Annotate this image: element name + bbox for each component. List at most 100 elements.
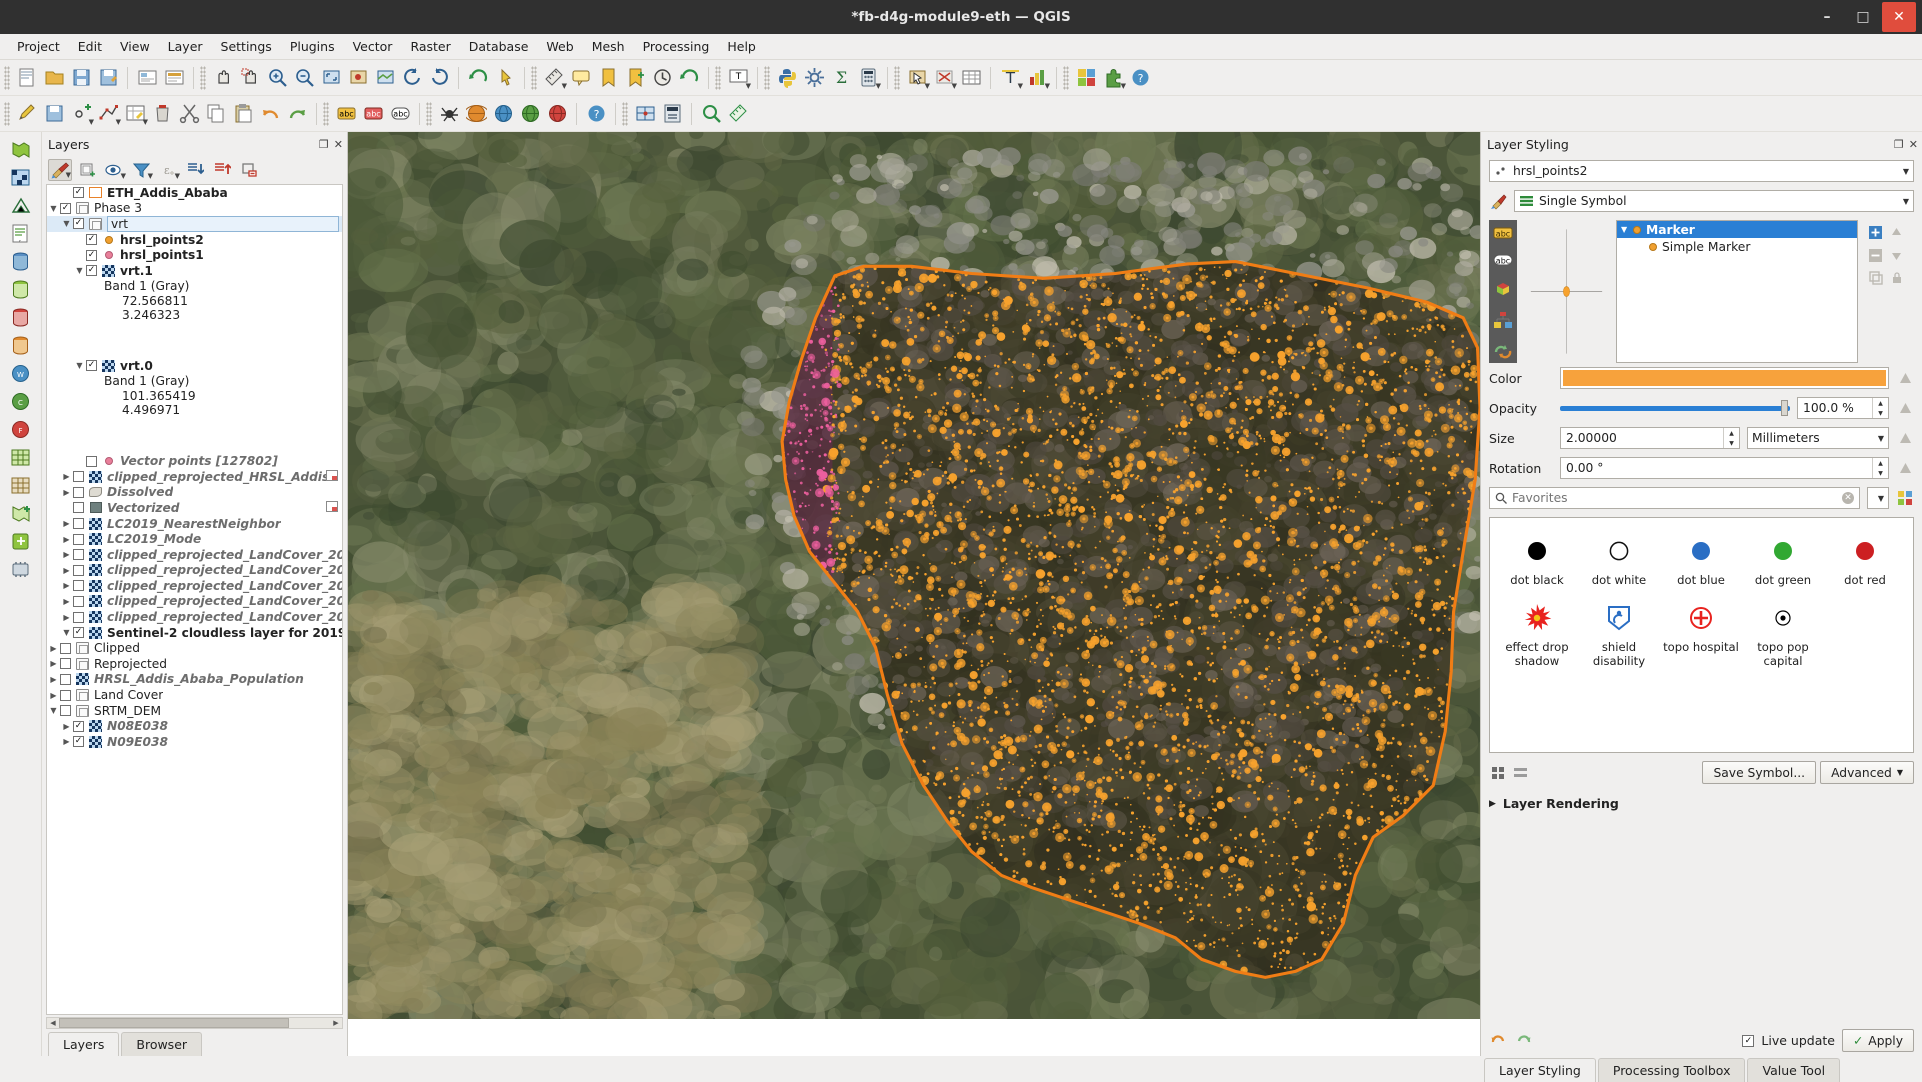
- layer-indicator-icon[interactable]: [326, 469, 338, 484]
- symbol-gallery-item[interactable]: shield disability: [1578, 597, 1660, 668]
- add-xyz-icon[interactable]: [8, 472, 34, 498]
- close-icon[interactable]: ✕: [334, 138, 343, 151]
- chevron-right-icon[interactable]: ▶: [60, 550, 73, 559]
- move-down-icon[interactable]: [1888, 245, 1906, 265]
- undock-icon[interactable]: ❐: [1894, 138, 1904, 151]
- layer-tree-row[interactable]: ▶ LC2019_NearestNeighbor: [47, 516, 342, 532]
- chevron-down-icon[interactable]: ▼: [1903, 167, 1909, 176]
- layer-rendering-section[interactable]: ▶ Layer Rendering: [1481, 788, 1922, 815]
- size-spinner[interactable]: ▲ ▼: [1723, 428, 1739, 448]
- symbol-gallery-item[interactable]: dot red: [1824, 530, 1906, 587]
- scroll-right-icon[interactable]: ▶: [330, 1018, 342, 1028]
- chevron-right-icon[interactable]: ▶: [60, 488, 73, 497]
- chevron-down-icon[interactable]: ▼: [562, 82, 567, 90]
- opacity-spinner[interactable]: ▲ ▼: [1872, 398, 1888, 418]
- layer-tree-row[interactable]: ▶ Land Cover: [47, 687, 342, 703]
- add-postgis-icon[interactable]: [8, 248, 34, 274]
- chevron-down-icon[interactable]: ▼: [1903, 197, 1909, 206]
- layer-visibility-checkbox[interactable]: [73, 486, 84, 498]
- chevron-right-icon[interactable]: ▶: [60, 597, 73, 606]
- layer-visibility-checkbox[interactable]: ✓: [86, 249, 97, 261]
- open-table-icon[interactable]: [958, 65, 984, 91]
- layer-tree-row[interactable]: Vectorized: [47, 500, 342, 516]
- layer-visibility-checkbox[interactable]: [86, 455, 97, 467]
- new-bookmark-icon[interactable]: [622, 65, 648, 91]
- zoom-full-icon[interactable]: [318, 65, 344, 91]
- save-symbol-button[interactable]: Save Symbol...: [1702, 761, 1817, 784]
- add-mesh-icon[interactable]: [8, 192, 34, 218]
- chevron-right-icon[interactable]: ▶: [1489, 799, 1496, 809]
- add-delim-icon[interactable]: ,: [8, 220, 34, 246]
- layers-toolbar-collapse-all-icon[interactable]: [210, 159, 234, 181]
- layer-tree-row[interactable]: ▶ clipped_reprojected_LandCover_2018: [47, 563, 342, 579]
- zoom-layer-icon[interactable]: [372, 65, 398, 91]
- toolbar-grip[interactable]: [531, 65, 537, 90]
- size-data-defined-icon[interactable]: [1896, 428, 1914, 448]
- chevron-right-icon[interactable]: ▶: [60, 613, 73, 622]
- labels-icon[interactable]: abc: [1493, 226, 1513, 243]
- symbol-gallery-item[interactable]: dot black: [1496, 530, 1578, 587]
- history-icon[interactable]: [1493, 342, 1513, 363]
- layer-visibility-checkbox[interactable]: [60, 673, 71, 685]
- chevron-down-icon[interactable]: ▼: [175, 172, 180, 180]
- chevron-down-icon[interactable]: ▼: [116, 118, 121, 126]
- symbol-search-input[interactable]: [1512, 491, 1837, 505]
- help-icon[interactable]: ?: [1127, 65, 1153, 91]
- layer-tree-row[interactable]: ▶ ✓ N08E038: [47, 718, 342, 734]
- advanced-button[interactable]: Advanced ▼: [1820, 761, 1914, 784]
- chevron-right-icon[interactable]: ▶: [47, 644, 60, 653]
- chevron-right-icon[interactable]: ▶: [47, 659, 60, 668]
- maximize-button[interactable]: □: [1846, 2, 1880, 32]
- opacity-field[interactable]: 100.0 % ▲ ▼: [1797, 397, 1889, 419]
- toolbar-grip[interactable]: [426, 101, 432, 126]
- measure-green-icon[interactable]: [725, 101, 751, 127]
- layer-tree-row[interactable]: ▼ ✓ vrt: [47, 215, 342, 232]
- menu-item-web[interactable]: Web: [537, 36, 582, 57]
- toolbar-grip[interactable]: [715, 65, 721, 90]
- chevron-right-icon[interactable]: ▶: [47, 675, 60, 684]
- label-abc-icon[interactable]: abc: [333, 101, 359, 127]
- masks-icon[interactable]: abc: [1493, 253, 1513, 270]
- globe-red-icon[interactable]: [544, 101, 570, 127]
- undo-icon[interactable]: [257, 101, 283, 127]
- layer-select-combo[interactable]: hrsl_points2 ▼: [1489, 160, 1914, 182]
- plugin-icon[interactable]: ▼: [1100, 65, 1126, 91]
- symbol-gallery-item[interactable]: dot blue: [1660, 530, 1742, 587]
- layer-visibility-checkbox[interactable]: ✓: [86, 234, 97, 246]
- layer-visibility-checkbox[interactable]: [73, 518, 84, 530]
- panel-tab-browser[interactable]: Browser: [121, 1032, 203, 1056]
- open-project-icon[interactable]: [41, 65, 67, 91]
- new-print-layout-icon[interactable]: [134, 65, 160, 91]
- map-canvas[interactable]: [348, 132, 1480, 1020]
- copy-icon[interactable]: [203, 101, 229, 127]
- layer-tree-row[interactable]: ▼ SRTM_DEM: [47, 703, 342, 719]
- toolbar-grip[interactable]: [4, 101, 10, 126]
- help-icon[interactable]: ?: [583, 101, 609, 127]
- python-icon[interactable]: [774, 65, 800, 91]
- identify-icon[interactable]: [492, 65, 518, 91]
- layer-visibility-checkbox[interactable]: [60, 658, 71, 670]
- rotation-spinner[interactable]: ▲ ▼: [1872, 458, 1888, 478]
- layer-tree-row[interactable]: ✓ hrsl_points2: [47, 232, 342, 248]
- diagrams-icon[interactable]: [1493, 311, 1513, 332]
- move-up-icon[interactable]: [1888, 222, 1906, 242]
- map-canvas-container[interactable]: [348, 132, 1480, 1056]
- symbol-layer-tree[interactable]: ▼ Marker Simple Marker: [1616, 220, 1858, 363]
- toggle-editing-icon[interactable]: [14, 101, 40, 127]
- chevron-down-icon[interactable]: ▼: [1878, 494, 1884, 503]
- chevron-down-icon[interactable]: ▼: [1045, 82, 1050, 90]
- layer-visibility-checkbox[interactable]: [73, 471, 84, 483]
- styling-tab-value-tool[interactable]: Value Tool: [1747, 1058, 1841, 1082]
- chevron-right-icon[interactable]: ▶: [47, 691, 60, 700]
- chevron-down-icon[interactable]: ▼: [60, 219, 73, 228]
- layout-manager-icon[interactable]: [161, 65, 187, 91]
- layers-toolbar-manage-visibility-icon[interactable]: ▼: [102, 159, 126, 181]
- add-feature-icon[interactable]: ▼: [68, 101, 94, 127]
- menu-item-layer[interactable]: Layer: [159, 36, 212, 57]
- chevron-down-icon[interactable]: ▼: [925, 82, 930, 90]
- measure-icon[interactable]: ▼: [541, 65, 567, 91]
- layer-tree-row[interactable]: ▶ Dissolved: [47, 485, 342, 501]
- layer-indicator-icon[interactable]: [326, 500, 338, 515]
- add-wms-icon[interactable]: W: [8, 360, 34, 386]
- duplicate-symbol-icon[interactable]: [1867, 268, 1885, 288]
